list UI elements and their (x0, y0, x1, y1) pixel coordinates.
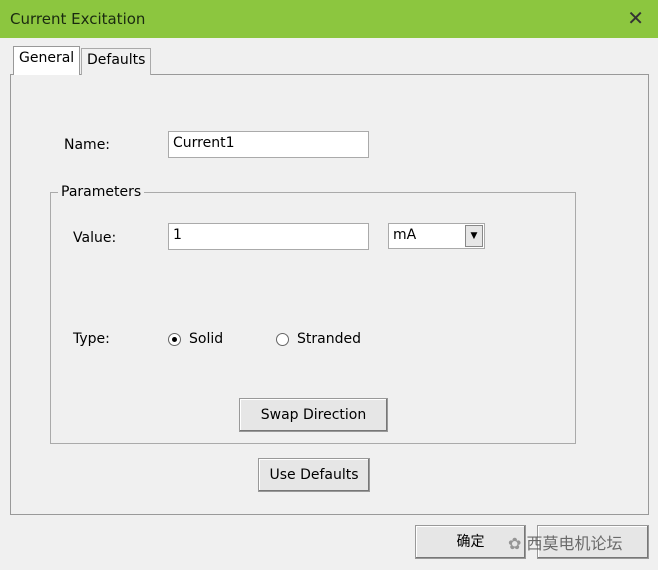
chevron-down-icon[interactable]: ▼ (465, 225, 483, 247)
solid-label[interactable]: Solid (189, 331, 223, 347)
tab-defaults[interactable]: Defaults (81, 48, 152, 75)
value-input[interactable]: 1 (168, 223, 369, 250)
wechat-icon: ✿ (508, 534, 522, 553)
name-label: Name: (64, 137, 111, 153)
title-bar: Current Excitation ✕ (0, 0, 658, 38)
swap-direction-button[interactable]: Swap Direction (239, 398, 388, 432)
tab-general[interactable]: General (13, 46, 81, 75)
value-label: Value: (73, 230, 117, 246)
stranded-label[interactable]: Stranded (297, 331, 361, 347)
type-label: Type: (73, 331, 110, 347)
solid-radio[interactable] (168, 333, 181, 346)
unit-value: mA (393, 227, 417, 243)
stranded-radio[interactable] (276, 333, 289, 346)
name-input[interactable]: Current1 (168, 131, 369, 158)
watermark-text: 西莫电机论坛 (526, 534, 623, 553)
parameters-title: Parameters (58, 184, 145, 200)
close-icon[interactable]: ✕ (627, 6, 644, 30)
use-defaults-button[interactable]: Use Defaults (258, 458, 370, 492)
unit-select[interactable]: mA ▼ (388, 223, 485, 249)
window-title: Current Excitation (10, 10, 146, 28)
watermark: ✿ 西莫电机论坛 (508, 530, 623, 554)
